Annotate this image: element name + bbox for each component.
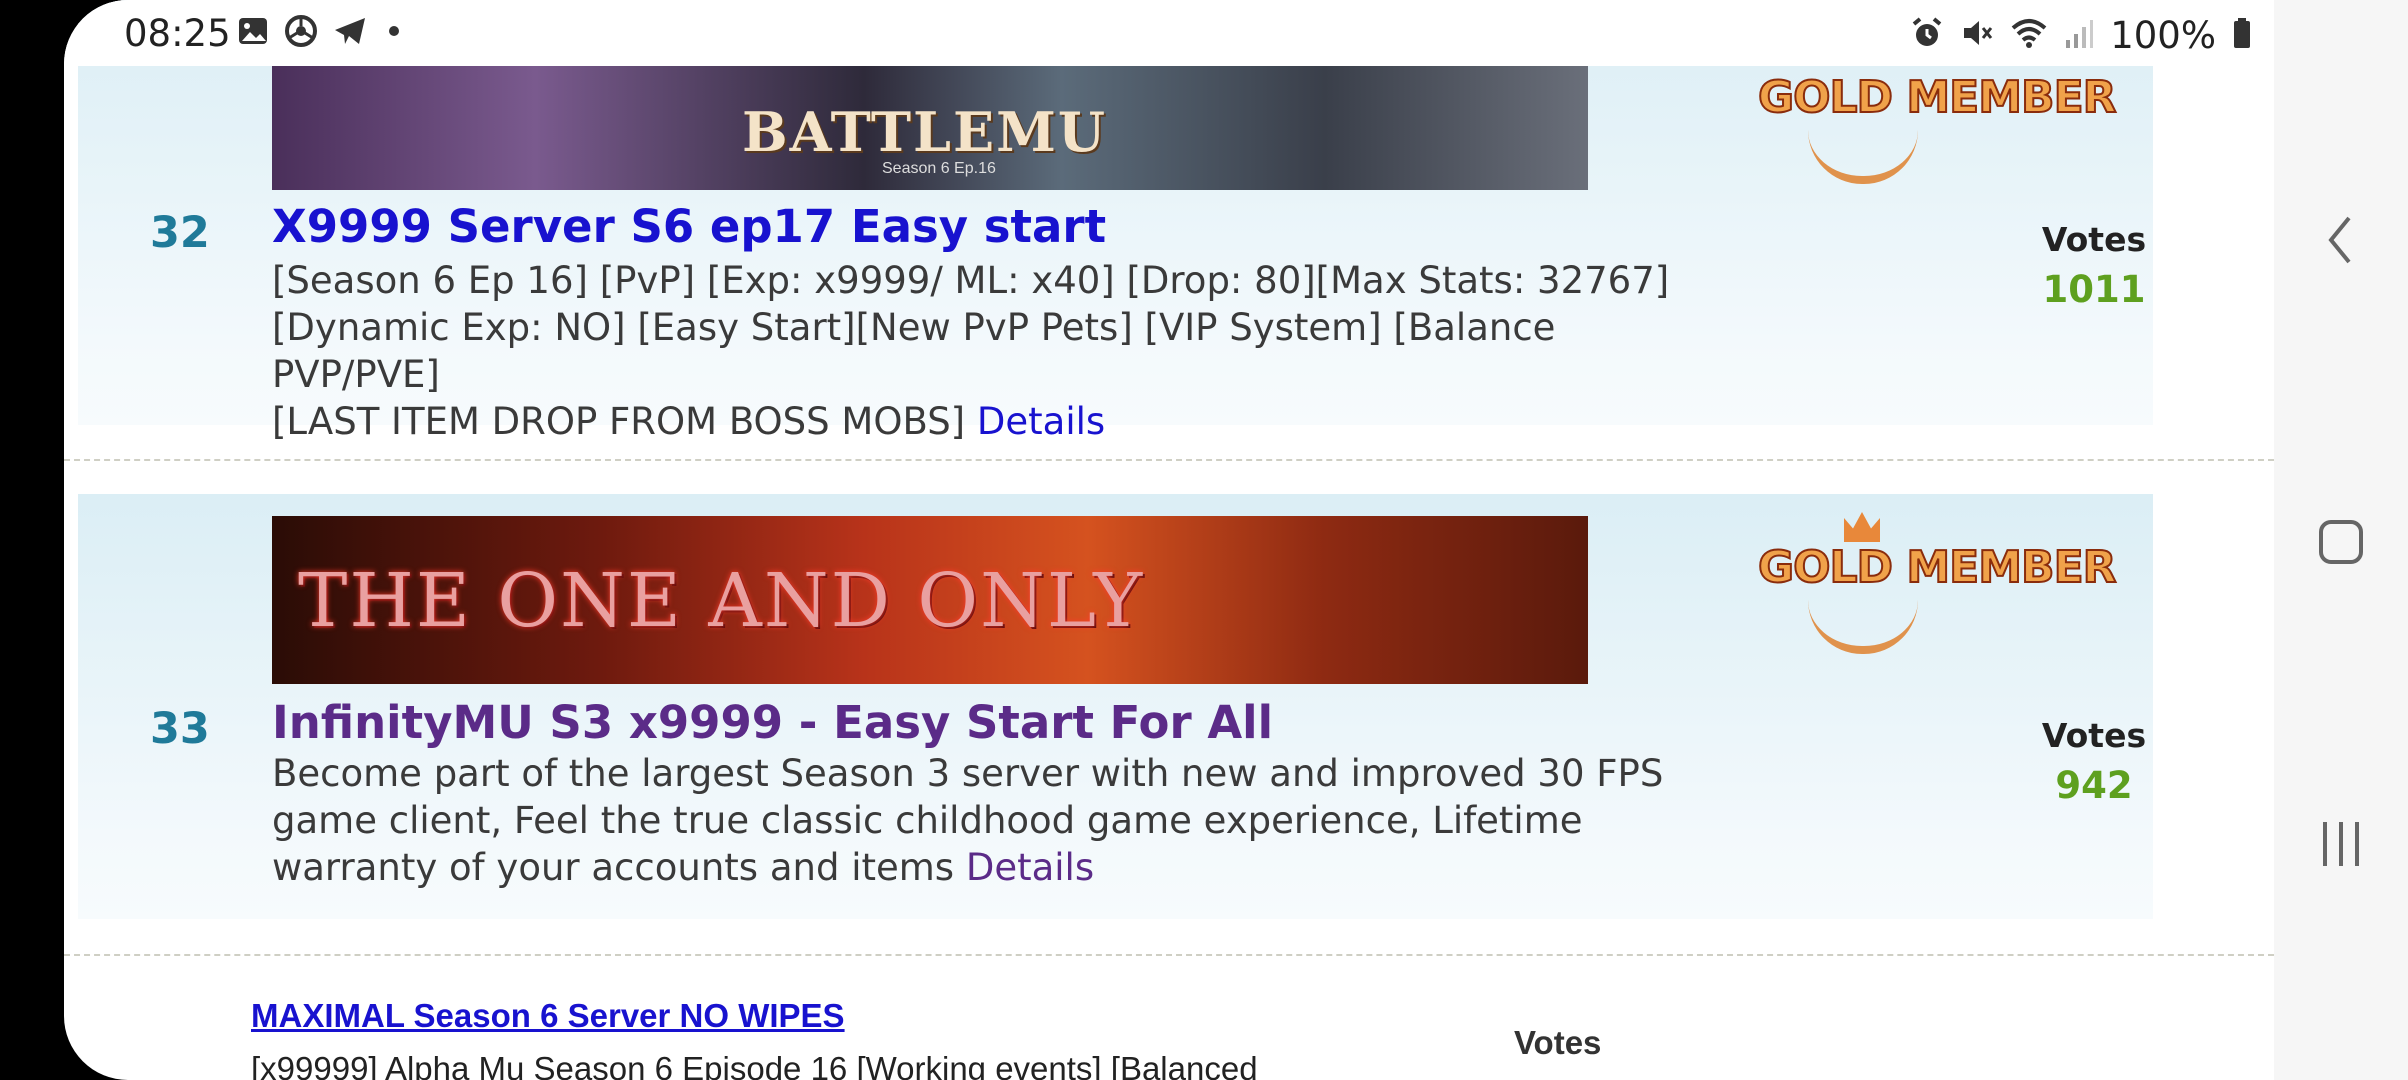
list-divider bbox=[64, 459, 2274, 461]
chrome-icon bbox=[284, 14, 318, 53]
votes-count: 1011 bbox=[2042, 268, 2146, 311]
description-line: warranty of your accounts and items Deta… bbox=[272, 844, 1712, 891]
votes-label: Votes bbox=[2041, 716, 2147, 755]
votes-label: Votes bbox=[2041, 220, 2147, 259]
battery-percent: 100% bbox=[2110, 14, 2216, 57]
crown-icon bbox=[1844, 512, 1880, 542]
description-line: [Season 6 Ep 16] [PvP] [Exp: x9999/ ML: … bbox=[272, 259, 1670, 302]
badge-label: GOLD MEMBER bbox=[1757, 541, 2117, 594]
telegram-icon bbox=[332, 14, 368, 53]
signal-icon bbox=[2064, 16, 2094, 55]
votes-count: 942 bbox=[2055, 764, 2133, 807]
laurel-icon bbox=[1808, 600, 1918, 654]
recents-button[interactable] bbox=[2274, 784, 2408, 904]
rank-number: 33 bbox=[150, 704, 210, 754]
back-icon bbox=[2328, 216, 2351, 264]
system-icons: 100% bbox=[1910, 14, 2252, 57]
banner-subtitle: Season 6 Ep.16 bbox=[882, 160, 996, 177]
gold-member-badge: GOLD MEMBER bbox=[1748, 512, 2117, 654]
back-button[interactable] bbox=[2274, 180, 2408, 300]
home-icon bbox=[2319, 520, 2363, 564]
server-description: [x99999] Alpha Mu Season 6 Episode 16 [W… bbox=[251, 1050, 1258, 1080]
banner-logo-text: THE ONE AND ONLY bbox=[298, 558, 1145, 644]
gold-member-badge: GOLD MEMBER bbox=[1748, 50, 2117, 184]
server-title-link[interactable]: X9999 Server S6 ep17 Easy start bbox=[272, 200, 1106, 253]
dot-icon bbox=[382, 14, 406, 53]
badge-label: GOLD MEMBER bbox=[1757, 71, 2117, 124]
description-line: [Dynamic Exp: NO] [Easy Start][New PvP P… bbox=[272, 306, 1556, 396]
description-text: warranty of your accounts and items bbox=[272, 846, 955, 889]
server-banner-33[interactable]: THE ONE AND ONLY bbox=[272, 516, 1588, 684]
clock: 08:25 bbox=[124, 12, 231, 55]
server-list: BATTLEMU Season 6 Ep.16 GOLD MEMBER 32 X… bbox=[64, 0, 2274, 1080]
mute-icon bbox=[1960, 16, 1994, 55]
home-button[interactable] bbox=[2274, 482, 2408, 602]
notification-icons bbox=[236, 14, 406, 53]
server-title-link[interactable]: MAXIMAL Season 6 Server NO WIPES bbox=[251, 997, 845, 1035]
laurel-icon bbox=[1808, 130, 1918, 184]
description-line: game client, Feel the true classic child… bbox=[272, 799, 1583, 842]
status-bar: 08:25 100% bbox=[64, 0, 2274, 66]
list-divider bbox=[64, 954, 2274, 956]
wifi-icon bbox=[2010, 16, 2048, 55]
navigation-bar bbox=[2274, 0, 2408, 1080]
description-line: Become part of the largest Season 3 serv… bbox=[272, 752, 1664, 795]
gallery-icon bbox=[236, 14, 270, 53]
alarm-icon bbox=[1910, 16, 1944, 55]
server-title-link[interactable]: InfinityMU S3 x9999 - Easy Start For All bbox=[272, 696, 1273, 749]
recents-icon bbox=[2323, 822, 2359, 866]
server-description: [Season 6 Ep 16] [PvP] [Exp: x9999/ ML: … bbox=[272, 257, 1712, 445]
description-line: [LAST ITEM DROP FROM BOSS MOBS] Details bbox=[272, 398, 1712, 445]
details-link[interactable]: Details bbox=[966, 846, 1094, 889]
rank-number: 32 bbox=[150, 208, 210, 258]
banner-logo-text: BATTLEMU bbox=[742, 100, 1108, 164]
details-link[interactable]: Details bbox=[977, 400, 1105, 443]
battery-icon bbox=[2232, 16, 2252, 55]
server-description: Become part of the largest Season 3 serv… bbox=[272, 750, 1712, 891]
votes-label: Votes bbox=[1514, 1024, 1602, 1061]
phone-screen: BATTLEMU Season 6 Ep.16 GOLD MEMBER 32 X… bbox=[64, 0, 2408, 1080]
description-text: [LAST ITEM DROP FROM BOSS MOBS] bbox=[272, 400, 966, 443]
server-card-33: THE ONE AND ONLY GOLD MEMBER 33 Infinity… bbox=[78, 494, 2153, 919]
